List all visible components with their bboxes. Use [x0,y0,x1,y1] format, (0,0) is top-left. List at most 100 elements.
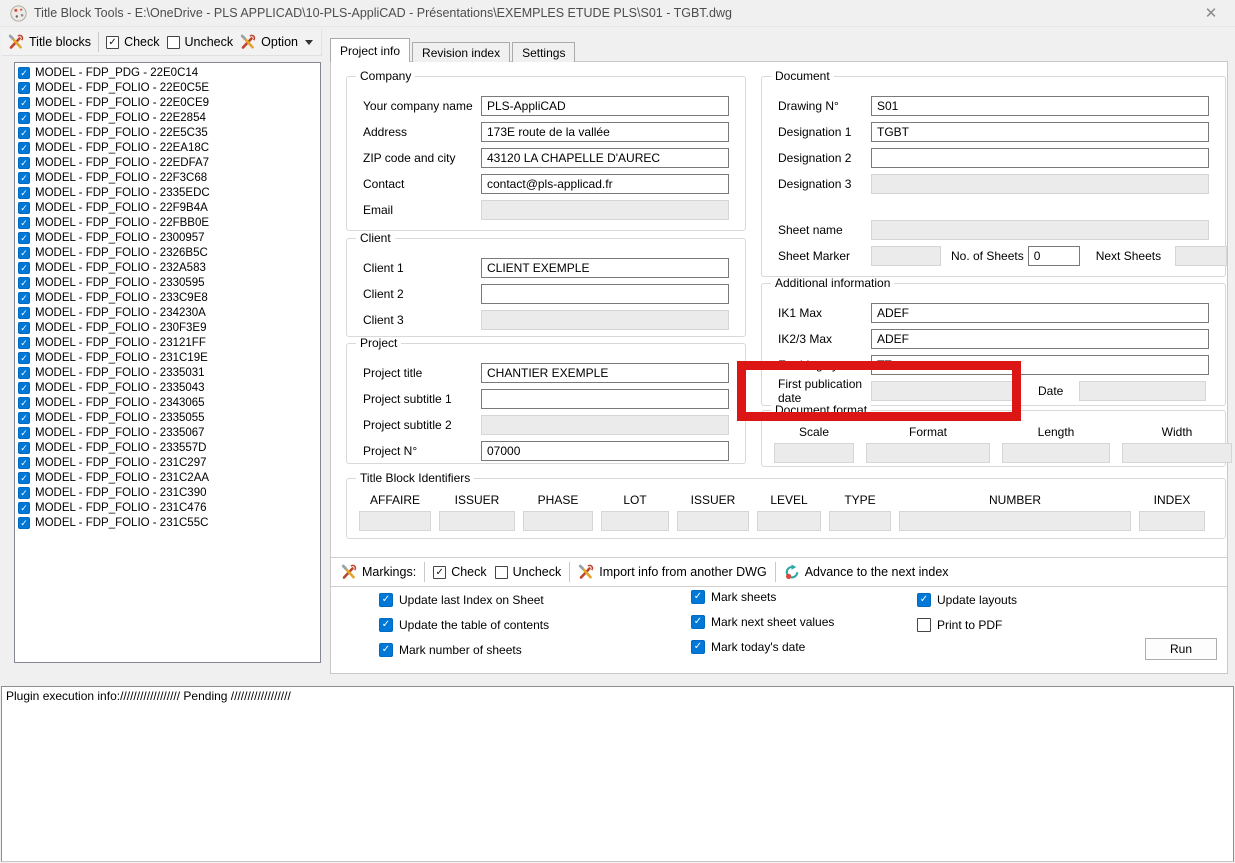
mark-next-sheet-values-checkbox[interactable]: ✓Mark next sheet values [691,614,834,630]
item-checkbox-icon[interactable]: ✓ [18,67,30,79]
designation-1-field[interactable] [871,122,1209,142]
list-item[interactable]: ✓MODEL - FDP_FOLIO - 231C2AA [15,470,320,485]
run-button[interactable]: Run [1145,638,1217,660]
list-item[interactable]: ✓MODEL - FDP_FOLIO - 231C19E [15,350,320,365]
item-checkbox-icon[interactable]: ✓ [18,232,30,244]
markings-check-button[interactable]: ✓ Check [433,565,486,579]
item-checkbox-icon[interactable]: ✓ [18,217,30,229]
item-checkbox-icon[interactable]: ✓ [18,517,30,529]
designation-2-field[interactable] [871,148,1209,168]
list-item[interactable]: ✓MODEL - FDP_FOLIO - 22F9B4A [15,200,320,215]
tab-settings[interactable]: Settings [512,42,575,62]
item-checkbox-icon[interactable]: ✓ [18,457,30,469]
option-dropdown-button[interactable]: Option [240,34,313,50]
list-item[interactable]: ✓MODEL - FDP_FOLIO - 23121FF [15,335,320,350]
item-checkbox-icon[interactable]: ✓ [18,337,30,349]
list-item[interactable]: ✓MODEL - FDP_FOLIO - 234230A [15,305,320,320]
item-checkbox-icon[interactable]: ✓ [18,397,30,409]
markings-uncheck-button[interactable]: ✓ Uncheck [495,565,562,579]
ik2-3-max-field[interactable] [871,329,1209,349]
list-item[interactable]: ✓MODEL - FDP_FOLIO - 22FBB0E [15,215,320,230]
list-item[interactable]: ✓MODEL - FDP_FOLIO - 230F3E9 [15,320,320,335]
list-item[interactable]: ✓MODEL - FDP_FOLIO - 22E0CE9 [15,95,320,110]
client-2-field[interactable] [481,284,729,304]
list-item[interactable]: ✓MODEL - FDP_FOLIO - 22EA18C [15,140,320,155]
item-checkbox-icon[interactable]: ✓ [18,172,30,184]
list-item[interactable]: ✓MODEL - FDP_FOLIO - 22F3C68 [15,170,320,185]
item-checkbox-icon[interactable]: ✓ [18,82,30,94]
list-item[interactable]: ✓MODEL - FDP_PDG - 22E0C14 [15,65,320,80]
your-company-name-field[interactable] [481,96,729,116]
item-checkbox-icon[interactable]: ✓ [18,487,30,499]
item-checkbox-icon[interactable]: ✓ [18,427,30,439]
close-icon[interactable]: ✕ [1197,4,1225,22]
list-item[interactable]: ✓MODEL - FDP_FOLIO - 232A583 [15,260,320,275]
list-item[interactable]: ✓MODEL - FDP_FOLIO - 2335031 [15,365,320,380]
item-checkbox-icon[interactable]: ✓ [18,97,30,109]
list-item[interactable]: ✓MODEL - FDP_FOLIO - 22EDFA7 [15,155,320,170]
item-checkbox-icon[interactable]: ✓ [18,367,30,379]
list-item[interactable]: ✓MODEL - FDP_FOLIO - 231C55C [15,515,320,530]
tab-project-info[interactable]: Project info [330,38,410,62]
list-item[interactable]: ✓MODEL - FDP_FOLIO - 2335043 [15,380,320,395]
item-checkbox-icon[interactable]: ✓ [18,157,30,169]
item-checkbox-icon[interactable]: ✓ [18,307,30,319]
update-layouts-checkbox[interactable]: ✓Update layouts [917,592,1017,608]
zip-code-and-city-field[interactable] [481,148,729,168]
item-checkbox-icon[interactable]: ✓ [18,262,30,274]
list-item[interactable]: ✓MODEL - FDP_FOLIO - 2335067 [15,425,320,440]
item-checkbox-icon[interactable]: ✓ [18,322,30,334]
item-checkbox-icon[interactable]: ✓ [18,247,30,259]
project-title-field[interactable] [481,363,729,383]
item-checkbox-icon[interactable]: ✓ [18,277,30,289]
project-n-field[interactable] [481,441,729,461]
list-item[interactable]: ✓MODEL - FDP_FOLIO - 231C476 [15,500,320,515]
list-item[interactable]: ✓MODEL - FDP_FOLIO - 2326B5C [15,245,320,260]
list-item[interactable]: ✓MODEL - FDP_FOLIO - 2335EDC [15,185,320,200]
item-checkbox-icon[interactable]: ✓ [18,502,30,514]
item-checkbox-icon[interactable]: ✓ [18,187,30,199]
item-checkbox-icon[interactable]: ✓ [18,352,30,364]
advance-next-index-button[interactable]: Advance to the next index [784,564,949,580]
item-checkbox-icon[interactable]: ✓ [18,202,30,214]
no-of-sheets-field[interactable] [1028,246,1080,266]
project-subtitle-1-field[interactable] [481,389,729,409]
item-checkbox-icon[interactable]: ✓ [18,382,30,394]
list-item[interactable]: ✓MODEL - FDP_FOLIO - 2300957 [15,230,320,245]
mark-today-s-date-checkbox[interactable]: ✓Mark today's date [691,639,834,655]
client-1-field[interactable] [481,258,729,278]
list-item[interactable]: ✓MODEL - FDP_FOLIO - 22E0C5E [15,80,320,95]
check-all-button[interactable]: ✓ Check [106,35,159,49]
item-checkbox-icon[interactable]: ✓ [18,472,30,484]
item-checkbox-icon[interactable]: ✓ [18,142,30,154]
model-list[interactable]: ✓MODEL - FDP_PDG - 22E0C14✓MODEL - FDP_F… [14,62,321,663]
list-item[interactable]: ✓MODEL - FDP_FOLIO - 22E5C35 [15,125,320,140]
address-field[interactable] [481,122,729,142]
mark-sheets-checkbox[interactable]: ✓Mark sheets [691,589,834,605]
list-item[interactable]: ✓MODEL - FDP_FOLIO - 2343065 [15,395,320,410]
list-item[interactable]: ✓MODEL - FDP_FOLIO - 231C390 [15,485,320,500]
item-checkbox-icon[interactable]: ✓ [18,292,30,304]
list-item[interactable]: ✓MODEL - FDP_FOLIO - 22E2854 [15,110,320,125]
item-checkbox-icon[interactable]: ✓ [18,442,30,454]
drawing-n-field[interactable] [871,96,1209,116]
contact-field[interactable] [481,174,729,194]
markings-button[interactable]: Markings: [341,564,416,580]
update-the-table-of-contents-checkbox[interactable]: ✓Update the table of contents [379,617,549,633]
item-checkbox-icon[interactable]: ✓ [18,127,30,139]
ik1-max-field[interactable] [871,303,1209,323]
list-item[interactable]: ✓MODEL - FDP_FOLIO - 231C297 [15,455,320,470]
title-blocks-button[interactable]: Title blocks [8,34,91,50]
list-item[interactable]: ✓MODEL - FDP_FOLIO - 2330595 [15,275,320,290]
item-checkbox-icon[interactable]: ✓ [18,412,30,424]
update-last-index-on-sheet-checkbox[interactable]: ✓Update last Index on Sheet [379,592,549,608]
print-to-pdf-checkbox[interactable]: ✓Print to PDF [917,617,1017,633]
import-info-button[interactable]: Import info from another DWG [578,564,766,580]
uncheck-all-button[interactable]: ✓ Uncheck [167,35,234,49]
list-item[interactable]: ✓MODEL - FDP_FOLIO - 233557D [15,440,320,455]
mark-number-of-sheets-checkbox[interactable]: ✓Mark number of sheets [379,642,549,658]
tab-revision-index[interactable]: Revision index [412,42,510,62]
list-item[interactable]: ✓MODEL - FDP_FOLIO - 2335055 [15,410,320,425]
item-checkbox-icon[interactable]: ✓ [18,112,30,124]
list-item[interactable]: ✓MODEL - FDP_FOLIO - 233C9E8 [15,290,320,305]
